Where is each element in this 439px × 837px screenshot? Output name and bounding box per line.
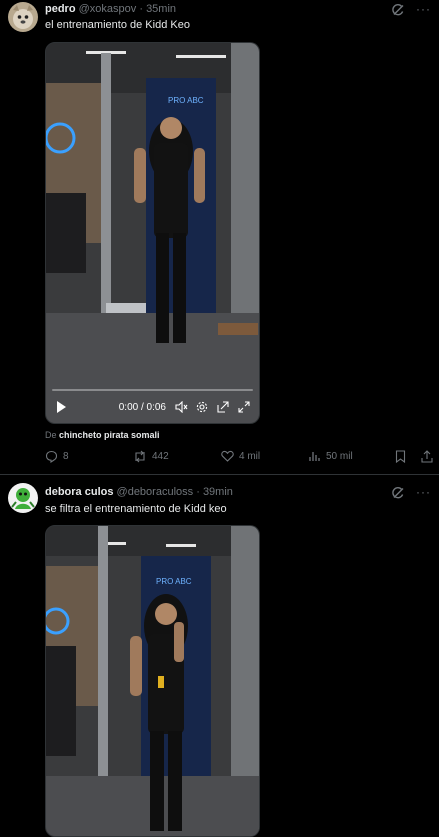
display-name[interactable]: pedro xyxy=(45,3,76,15)
grok-icon[interactable] xyxy=(391,3,405,17)
display-name[interactable]: debora culos xyxy=(45,486,113,498)
volume-icon[interactable] xyxy=(174,400,188,414)
video-controls: 0:00 / 0:06 xyxy=(46,383,259,423)
avatar[interactable] xyxy=(8,483,38,513)
view-count: 50 mil xyxy=(326,450,353,462)
grok-icon[interactable] xyxy=(391,486,405,500)
timestamp[interactable]: 35min xyxy=(146,3,176,15)
avatar[interactable] xyxy=(8,2,38,32)
like-button[interactable]: 4 mil xyxy=(221,450,260,462)
separator: · xyxy=(139,3,143,15)
reply-icon xyxy=(45,450,58,463)
action-bar: 8 442 4 mil 50 mil xyxy=(45,450,435,466)
reply-button[interactable]: 8 xyxy=(45,450,69,463)
timestamp[interactable]: 39min xyxy=(203,486,233,498)
share-icon xyxy=(421,450,433,463)
video-frame: PRO ABC xyxy=(46,526,259,836)
views-button[interactable]: 50 mil xyxy=(309,450,353,462)
repost-icon xyxy=(135,450,145,463)
video-player[interactable]: PRO ABC 0:00 / 0:06 xyxy=(45,42,260,424)
post-1[interactable]: pedro @xokaspov · 35min ··· el entrenami… xyxy=(0,0,439,473)
post-text: el entrenamiento de Kidd Keo xyxy=(45,19,190,31)
more-icon[interactable]: ··· xyxy=(416,485,431,499)
post-header: pedro @xokaspov · 35min xyxy=(45,3,176,15)
bookmark-icon xyxy=(395,450,406,463)
share-button[interactable] xyxy=(421,450,433,463)
pip-icon[interactable] xyxy=(216,400,230,414)
more-icon[interactable]: ··· xyxy=(416,2,431,16)
attribution-author[interactable]: chincheto pirata somali xyxy=(59,430,160,440)
attribution-prefix: De xyxy=(45,430,57,440)
fullscreen-icon[interactable] xyxy=(237,400,251,414)
bookmark-button[interactable] xyxy=(395,450,406,463)
repost-count: 442 xyxy=(152,451,169,462)
gym-sign: PRO ABC xyxy=(156,577,192,586)
gym-sign: PRO ABC xyxy=(168,96,204,105)
post-header: debora culos @deboraculoss · 39min xyxy=(45,486,233,498)
video-time: 0:00 / 0:06 xyxy=(118,401,166,413)
play-icon[interactable] xyxy=(54,400,68,414)
like-count: 4 mil xyxy=(239,450,261,462)
video-player[interactable]: PRO ABC xyxy=(45,525,260,837)
video-frame: PRO ABC xyxy=(46,43,259,423)
like-icon xyxy=(221,450,234,462)
post-text: se filtra el entrenamiento de Kidd keo xyxy=(45,503,227,515)
separator: · xyxy=(196,486,200,498)
post-2[interactable]: debora culos @deboraculoss · 39min ··· s… xyxy=(0,475,439,837)
reply-count: 8 xyxy=(63,451,69,462)
settings-icon[interactable] xyxy=(195,400,209,414)
handle[interactable]: @deboraculoss xyxy=(117,486,194,498)
views-icon xyxy=(309,452,320,461)
progress-bar[interactable] xyxy=(52,389,253,391)
repost-button[interactable]: 442 xyxy=(133,450,169,463)
video-attribution: De chincheto pirata somali xyxy=(45,430,160,440)
handle[interactable]: @xokaspov xyxy=(79,3,137,15)
